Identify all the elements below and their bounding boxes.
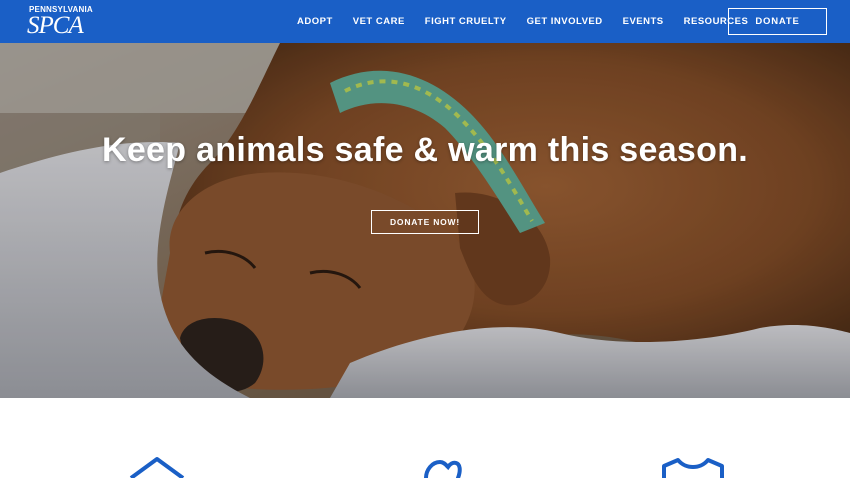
heart-hand-icon[interactable]: [422, 456, 462, 478]
nav-item-fight-cruelty[interactable]: FIGHT CRUELTY: [425, 16, 507, 27]
hero-title: Keep animals safe & warm this season.: [101, 131, 749, 169]
pspca-logo[interactable]: PENNSYLVANIA SPCA: [27, 5, 99, 39]
nav-item-get-involved[interactable]: GET INVOLVED: [527, 16, 603, 27]
donate-button[interactable]: DONATE: [728, 8, 827, 35]
shirt-icon[interactable]: [660, 456, 726, 478]
nav-item-vet-care[interactable]: VET CARE: [353, 16, 405, 27]
nav-item-adopt[interactable]: ADOPT: [297, 16, 333, 27]
logo-main-text: SPCA: [27, 12, 84, 39]
site-header: PENNSYLVANIA SPCA ADOPT VET CARE FIGHT C…: [0, 0, 850, 43]
nav-item-events[interactable]: EVENTS: [623, 16, 664, 27]
feature-icons-row: [0, 398, 850, 478]
donate-now-button[interactable]: DONATE NOW!: [371, 210, 479, 234]
main-nav: ADOPT VET CARE FIGHT CRUELTY GET INVOLVE…: [297, 0, 748, 43]
hero-banner: Keep animals safe & warm this season. DO…: [0, 43, 850, 398]
house-icon[interactable]: [128, 456, 186, 478]
